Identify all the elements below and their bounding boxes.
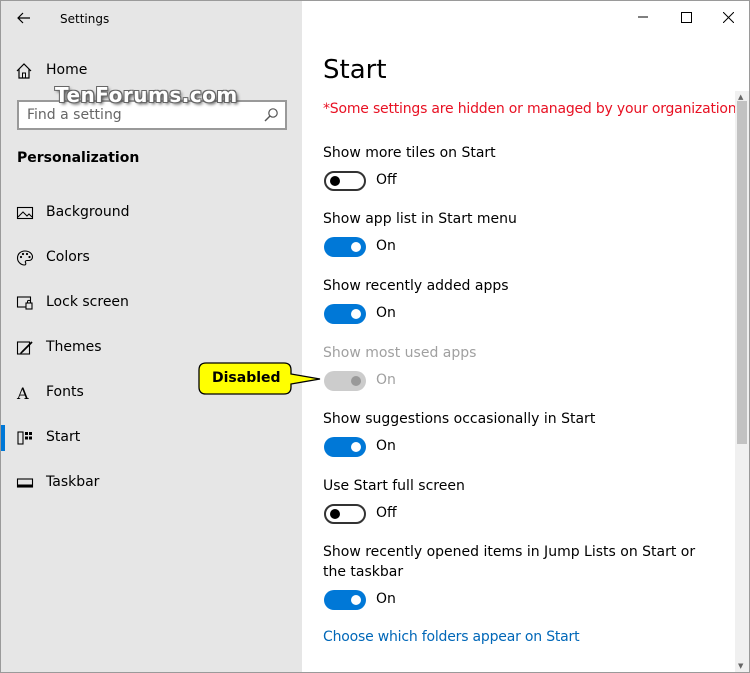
search-input[interactable]	[27, 105, 257, 125]
main-panel: Start *Some settings are hidden or manag…	[302, 1, 749, 672]
back-arrow-icon	[17, 12, 30, 24]
watermark: TenForums.com	[55, 83, 238, 107]
setting-label: Show app list in Start menu	[323, 211, 517, 227]
toggle-state: On	[376, 305, 396, 321]
toggle-row: On	[323, 590, 713, 612]
taskbar-icon	[16, 478, 34, 488]
nav-home-label: Home	[46, 62, 88, 78]
setting-show-suggestions: Show suggestions occasionally in Start O…	[323, 409, 723, 459]
sidebar-item-label: Colors	[46, 249, 90, 265]
active-indicator	[1, 425, 5, 451]
sidebar-item-background[interactable]: Background	[1, 195, 302, 231]
toggle-switch[interactable]	[324, 304, 366, 324]
setting-full-screen: Use Start full screen Off	[323, 476, 723, 526]
sidebar-item-label: Start	[46, 429, 81, 445]
sidebar-item-taskbar[interactable]: Taskbar	[1, 465, 302, 501]
toggle-knob	[330, 176, 340, 186]
toggle-state: On	[376, 238, 396, 254]
toggle-knob	[351, 309, 361, 319]
sidebar-item-label: Taskbar	[46, 474, 100, 490]
scroll-up-icon[interactable]: ▲	[738, 93, 743, 101]
scroll-down-icon[interactable]: ▼	[738, 662, 743, 670]
start-icon	[17, 431, 32, 445]
sidebar-item-label: Background	[46, 204, 130, 220]
setting-label: Show suggestions occasionally in Start	[323, 411, 596, 427]
maximize-button[interactable]	[663, 1, 709, 33]
setting-label: Use Start full screen	[323, 478, 465, 494]
toggle-state: On	[376, 591, 396, 607]
toggle-knob	[351, 376, 361, 386]
setting-show-more-tiles: Show more tiles on Start Off	[323, 143, 723, 193]
toggle-state: Off	[376, 172, 397, 188]
toggle-switch[interactable]	[324, 590, 366, 610]
back-button[interactable]	[11, 5, 37, 31]
sidebar-item-start[interactable]: Start	[1, 420, 302, 456]
lock-screen-icon	[16, 296, 33, 310]
nav-home[interactable]: Home	[1, 56, 302, 84]
setting-show-recently-added: Show recently added apps On	[323, 276, 723, 326]
scrollbar-thumb[interactable]	[737, 101, 747, 444]
close-icon	[722, 11, 734, 23]
toggle-switch[interactable]	[324, 237, 366, 257]
sidebar-item-themes[interactable]: Themes	[1, 330, 302, 366]
toggle-row: On	[323, 437, 723, 459]
sidebar-item-colors[interactable]: Colors	[1, 240, 302, 276]
choose-folders-link[interactable]: Choose which folders appear on Start	[323, 629, 580, 645]
setting-label: Show most used apps	[323, 345, 477, 361]
picture-icon	[16, 206, 34, 220]
sidebar-item-label: Lock screen	[46, 294, 129, 310]
toggle-switch[interactable]	[324, 504, 366, 524]
sidebar-item-label: Themes	[46, 339, 102, 355]
svg-text:A: A	[16, 384, 29, 402]
scrollbar[interactable]: ▲ ▼	[735, 91, 749, 672]
toggle-knob	[330, 509, 340, 519]
home-icon	[16, 63, 32, 79]
policy-warning: *Some settings are hidden or managed by …	[323, 101, 741, 117]
toggle-state: Off	[376, 505, 397, 521]
toggle-knob	[351, 242, 361, 252]
callout-text: Disabled	[212, 370, 281, 386]
palette-icon	[16, 250, 34, 266]
setting-jump-lists: Show recently opened items in Jump Lists…	[323, 542, 713, 612]
section-heading: Personalization	[17, 150, 140, 166]
toggle-switch[interactable]	[324, 437, 366, 457]
minimize-icon	[638, 16, 648, 18]
setting-label: Show recently opened items in Jump Lists…	[323, 544, 696, 580]
maximize-icon	[680, 11, 692, 23]
minimize-button[interactable]	[620, 1, 666, 33]
app-title: Settings	[60, 12, 110, 26]
toggle-knob	[351, 595, 361, 605]
toggle-row: Off	[323, 504, 723, 526]
toggle-state: On	[376, 438, 396, 454]
setting-label: Show more tiles on Start	[323, 145, 496, 161]
page-title: Start	[323, 55, 387, 85]
brush-icon	[16, 341, 33, 355]
font-icon: A	[16, 384, 29, 402]
settings-window: Settings Home Personalization Background	[0, 0, 750, 673]
close-button[interactable]	[705, 1, 749, 33]
setting-show-most-used: Show most used apps On	[323, 343, 723, 393]
toggle-knob	[351, 442, 361, 452]
toggle-row: On	[323, 304, 723, 326]
toggle-state: On	[376, 372, 396, 388]
toggle-switch-disabled	[324, 371, 366, 391]
title-bar: Settings	[1, 1, 302, 35]
setting-label: Show recently added apps	[323, 278, 509, 294]
toggle-row: On	[323, 237, 723, 259]
disabled-callout: Disabled	[198, 362, 321, 395]
sidebar-item-lock-screen[interactable]: Lock screen	[1, 285, 302, 321]
setting-show-app-list: Show app list in Start menu On	[323, 209, 723, 259]
search-icon[interactable]	[263, 107, 279, 123]
sidebar-item-label: Fonts	[46, 384, 84, 400]
toggle-row: On	[323, 371, 723, 393]
toggle-row: Off	[323, 171, 723, 193]
toggle-switch[interactable]	[324, 171, 366, 191]
